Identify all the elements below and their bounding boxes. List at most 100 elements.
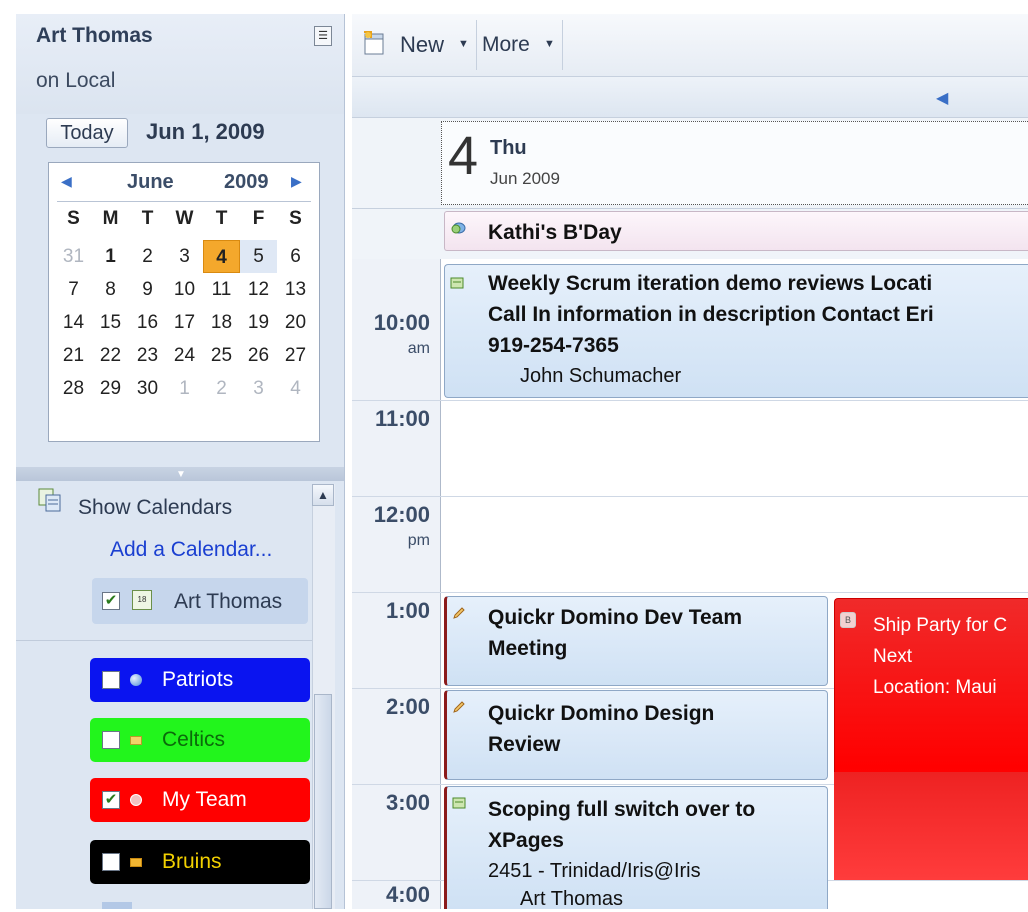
calendar-item-my-team[interactable]: ✔ My Team [90,778,310,822]
weekday-header: T [215,208,228,229]
new-entry-icon[interactable] [362,30,386,56]
event-person: John Schumacher [520,365,682,387]
hour-line [352,496,1028,497]
own-calendar-item[interactable]: ✔ 18 Art Thomas [92,578,308,624]
mini-calendar-day[interactable]: 21 [55,339,92,372]
date-navigation-bar [352,77,1028,118]
mini-calendar-day[interactable]: 11 [203,273,240,306]
time-label: 2:00 [385,694,430,719]
mini-calendar-day[interactable]: 29 [92,372,129,405]
mini-calendar-day[interactable]: 28 [55,372,92,405]
scroll-thumb[interactable] [314,694,332,909]
event-scrum-text: Weekly Scrum iteration demo reviews Loca… [488,268,1028,391]
pane-options-icon[interactable]: ☰ [314,26,332,46]
mini-calendar-year: 2009 [224,171,269,193]
mini-calendar-day[interactable]: 20 [277,306,314,339]
more-dropdown-icon[interactable]: ▼ [544,38,555,50]
calendar-sidebar: Art Thomas on Local ☰ Today Jun 1, 2009 … [16,14,345,909]
mini-calendar-day[interactable]: 6 [277,240,314,273]
day-number: 4 [448,126,479,186]
toolbar [352,14,1028,77]
pencil-icon [453,701,465,713]
weekday-header: F [252,208,265,229]
celtics-checkbox[interactable] [102,731,120,749]
mini-calendar-day[interactable]: 12 [240,273,277,306]
mini-calendar-day[interactable]: 15 [92,306,129,339]
mini-calendar-day[interactable]: 17 [166,306,203,339]
calendar-item-bruins[interactable]: Bruins [90,840,310,884]
weekday-header: T [141,208,154,229]
calendar-label: My Team [162,788,247,811]
previous-day-icon[interactable]: ◀ [936,88,948,108]
meeting-icon [450,277,464,289]
time-label: 4:00 [385,882,430,907]
new-dropdown-icon[interactable]: ▼ [458,38,469,50]
calendar-item-patriots[interactable]: Patriots [90,658,310,702]
mini-calendar-day[interactable]: 3 [166,240,203,273]
mini-calendar: ◀ June 2009 ▶ S M T W T F S 31 1 2 3 4 5 6 7 8 9 10 11 12 13… [48,162,320,442]
today-button[interactable]: Today [46,118,128,148]
partial-calendar-item [102,902,132,909]
mini-calendar-day[interactable]: 5 [240,240,277,273]
time-label: 11:00 [374,406,430,431]
add-calendar-link[interactable]: Add a Calendar... [110,538,272,562]
my-team-checkbox[interactable]: ✔ [102,791,120,809]
mini-calendar-day[interactable]: 4 [277,372,314,405]
mini-calendar-day[interactable]: 9 [129,273,166,306]
event-title-line: Weekly Scrum iteration demo reviews Loca… [488,272,933,295]
anniversary-icon [451,222,466,234]
hour-line [352,592,1028,593]
event-title-line: Quickr Domino Dev Team [488,606,743,629]
mini-calendar-day[interactable]: 25 [203,339,240,372]
mini-calendar-day[interactable]: 2 [129,240,166,273]
mini-calendar-day[interactable]: 26 [240,339,277,372]
am-pm-label: pm [407,532,430,549]
mini-calendar-day[interactable]: 1 [166,372,203,405]
mini-calendar-day[interactable]: 3 [240,372,277,405]
globe-icon [130,674,142,686]
prev-month-arrow-icon[interactable]: ◀ [61,173,72,190]
event-title-line: Call In information in description Conta… [488,303,934,326]
mini-calendar-day[interactable]: 1 [92,240,129,273]
new-button[interactable]: New [400,32,444,58]
mini-calendar-grid: S M T W T F S 31 1 2 3 4 5 6 7 8 9 10 11 12 13 14 15 16 17 18 19 20… [55,207,314,405]
bruins-checkbox[interactable] [102,853,120,871]
scroll-up-icon[interactable]: ▲ [312,484,334,506]
meeting-icon [452,797,466,809]
pencil-icon [453,607,465,619]
mini-calendar-day[interactable]: 31 [55,240,92,273]
mini-calendar-day[interactable]: 13 [277,273,314,306]
next-month-arrow-icon[interactable]: ▶ [291,173,302,190]
day-header-selected[interactable] [441,121,1028,205]
own-calendar-checkbox[interactable]: ✔ [102,592,120,610]
event-title-line: Quickr Domino Design [488,702,715,725]
mini-calendar-day[interactable]: 14 [55,306,92,339]
mini-calendar-day[interactable]: 24 [166,339,203,372]
show-calendars-label[interactable]: Show Calendars [78,496,232,520]
weekday-header: M [102,208,119,229]
mini-calendar-divider [57,201,311,202]
more-button[interactable]: More [482,33,530,57]
sidebar-header: Art Thomas on Local ☰ [16,14,344,114]
mini-calendar-day[interactable]: 19 [240,306,277,339]
weekday-header: W [175,208,194,229]
mini-calendar-day[interactable]: 18 [203,306,240,339]
mini-calendar-day[interactable]: 8 [92,273,129,306]
mini-calendar-day[interactable]: 27 [277,339,314,372]
mini-calendar-day[interactable]: 4 [203,240,240,273]
mini-calendar-day[interactable]: 7 [55,273,92,306]
weekday-header: S [67,208,80,229]
mini-calendar-day[interactable]: 16 [129,306,166,339]
day-name: Thu [490,137,527,159]
event-title-line: Ship Party for C [873,615,1008,636]
calendar-item-celtics[interactable]: Celtics [90,718,310,762]
event-title-line: Scoping full switch over to [488,798,756,821]
mini-calendar-day[interactable]: 23 [129,339,166,372]
event-ship-party-shade [834,772,1028,880]
mini-calendar-day[interactable]: 10 [166,273,203,306]
patriots-checkbox[interactable] [102,671,120,689]
mini-calendar-day[interactable]: 22 [92,339,129,372]
owner-location: on Local [36,69,116,92]
mini-calendar-day[interactable]: 2 [203,372,240,405]
mini-calendar-day[interactable]: 30 [129,372,166,405]
